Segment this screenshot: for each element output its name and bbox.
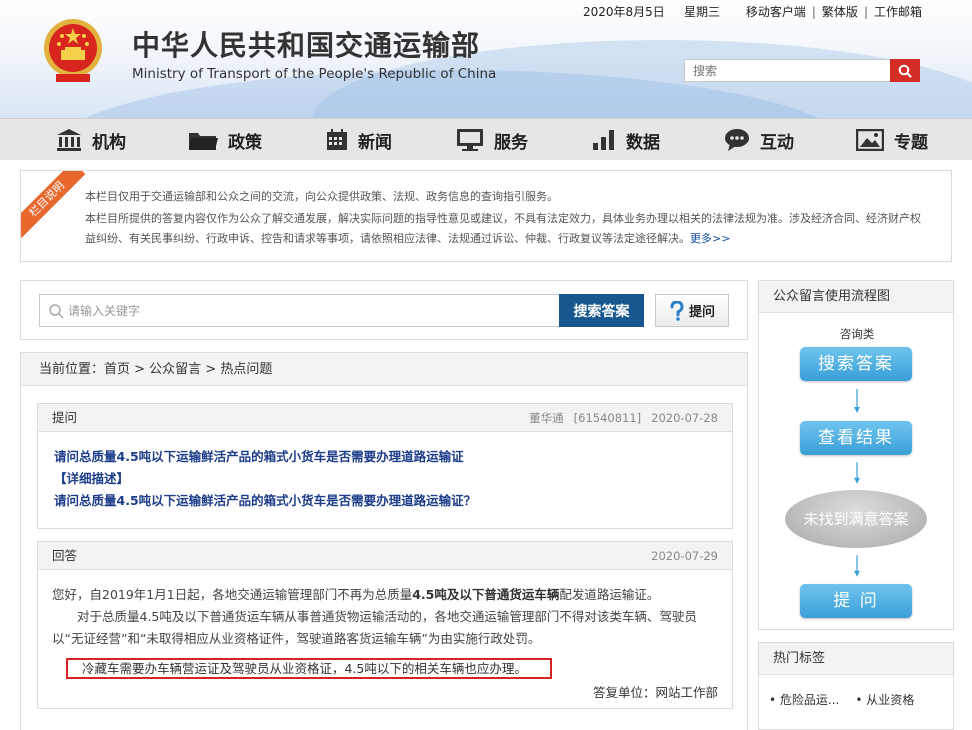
current-weekday: 星期三	[684, 5, 721, 19]
question-date: 2020-07-28	[651, 411, 718, 425]
ask-question-button[interactable]: 提问	[655, 294, 729, 327]
site-title-cn: 中华人民共和国交通运输部	[132, 29, 481, 62]
question-search-input[interactable]: 请输入关键字	[39, 294, 559, 327]
arrow-down-icon	[854, 389, 860, 413]
notice-line: 本栏目仅用于交通运输部和公众之间的交流，向公众提供政策、法规、政务信息的查询指引…	[85, 190, 558, 203]
nav-label: 新闻	[358, 132, 392, 153]
breadcrumb: 当前位置：首页 > 公众留言 > 热点问题	[21, 353, 747, 386]
nav-item-service[interactable]: 服务	[456, 125, 528, 155]
mobile-client-link[interactable]: 移动客户端	[746, 5, 806, 19]
flow-step-view-results[interactable]: 查看结果	[800, 421, 912, 455]
answer-panel-header: 回答 2020-07-29	[38, 542, 732, 570]
answer-panel: 回答 2020-07-29 您好，自2019年1月1日起，各地交通运输管理部门不…	[37, 541, 733, 709]
arrow-down-icon	[854, 462, 860, 484]
monitor-icon	[457, 129, 483, 151]
main-nav: 机构 政策 新闻 服务 数据 互动 专题	[0, 118, 972, 160]
folder-icon	[189, 133, 218, 150]
flow-category-label: 咨询类	[839, 327, 875, 341]
flow-chart-panel: 公众留言使用流程图 咨询类 搜索答案 查看结果 未找到满意答案 提 问	[758, 280, 954, 630]
question-detail: 请问总质量4.5吨以下运输鲜活产品的箱式小货车是否需要办理道路运输证？	[54, 493, 477, 508]
image-icon	[856, 129, 884, 151]
site-title-en: Ministry of Transport of the People's Re…	[132, 66, 497, 82]
notice-line: 本栏目所提供的答复内容仅作为公众了解交通发展，解决实际问题的指导性意见或建议，不…	[85, 212, 921, 225]
notice-line: 益纠纷、有关民事纠纷、行政申诉、控告和请求等事项，请依照相应法律、法规通过诉讼、…	[85, 232, 731, 245]
question-detail-label: 【详细描述】	[54, 471, 130, 486]
column-notice: 栏目说明 本栏目仅用于交通运输部和公众之间的交流，向公众提供政策、法规、政务信息…	[20, 170, 952, 262]
question-panel-header: 提问 董华通 [61540811] 2020-07-28	[38, 404, 732, 432]
answer-paragraph: 您好，自2019年1月1日起，各地交通运输管理部门不再为总质量4.5吨及以下普通…	[52, 587, 660, 602]
nav-label: 数据	[626, 132, 660, 153]
flow-step-ask[interactable]: 提 问	[800, 584, 912, 618]
arrow-down-icon	[854, 555, 860, 577]
nav-label: 机构	[92, 132, 126, 153]
nav-item-topics[interactable]: 专题	[856, 125, 928, 155]
nav-item-data[interactable]: 数据	[592, 125, 660, 155]
answer-paragraph: 对于总质量4.5吨及以下普通货运车辆从事普通货物运输活动的，各地交通运输管理部门…	[52, 609, 697, 646]
tag-link[interactable]: 从业资格	[855, 691, 914, 708]
nav-item-policy[interactable]: 政策	[188, 125, 262, 155]
site-header: 中华人民共和国交通运输部 Ministry of Transport of th…	[0, 0, 972, 118]
building-icon	[57, 129, 81, 151]
flow-step-not-found: 未找到满意答案	[785, 490, 927, 548]
site-search	[684, 59, 920, 82]
work-email-link[interactable]: 工作邮箱	[874, 5, 922, 19]
current-date: 2020年8月5日	[583, 5, 665, 19]
nav-item-institution[interactable]: 机构	[56, 125, 126, 155]
notice-ribbon: 栏目说明	[21, 171, 86, 238]
search-answer-button[interactable]: 搜索答案	[559, 294, 644, 327]
answer-signer: 答复单位：网站工作部	[592, 685, 718, 700]
question-author: 董华通	[529, 411, 564, 425]
nav-label: 服务	[494, 132, 528, 153]
top-links: 移动客户端 | 繁体版 | 工作邮箱	[745, 5, 922, 19]
question-id: [61540811]	[573, 411, 642, 425]
nav-item-news[interactable]: 新闻	[326, 125, 392, 155]
nav-item-interaction[interactable]: 互动	[724, 125, 794, 155]
search-icon	[898, 64, 912, 78]
national-emblem-icon	[44, 19, 102, 82]
notice-more-link[interactable]: 更多>>	[690, 232, 730, 245]
question-search-box: 请输入关键字 搜索答案 提问	[20, 280, 748, 340]
flow-step-search-answer[interactable]: 搜索答案	[800, 347, 912, 381]
hot-tags-title: 热门标签	[759, 643, 953, 675]
flow-chart-title: 公众留言使用流程图	[759, 281, 953, 313]
answer-date: 2020-07-29	[651, 549, 718, 563]
chat-icon	[725, 129, 749, 151]
highlighted-answer: 冷藏车需要办车辆营运证及驾驶员从业资格证，4.5吨以下的相关车辆也应办理。	[66, 658, 552, 679]
question-mark-icon	[670, 300, 684, 321]
traditional-chinese-link[interactable]: 繁体版	[822, 5, 858, 19]
nav-label: 政策	[228, 132, 262, 153]
question-panel: 提问 董华通 [61540811] 2020-07-28 请问总质量4.5吨以下运输…	[37, 403, 733, 529]
site-search-button[interactable]	[890, 59, 920, 82]
calendar-icon	[327, 129, 347, 150]
search-icon	[49, 303, 64, 319]
hot-tags-panel: 热门标签 危险品运... 从业资格	[758, 642, 954, 730]
tag-link[interactable]: 危险品运...	[769, 691, 839, 708]
site-search-input[interactable]	[685, 60, 885, 81]
nav-label: 互动	[760, 132, 794, 153]
bar-chart-icon	[593, 130, 614, 150]
nav-label: 专题	[894, 132, 928, 153]
question-title: 请问总质量4.5吨以下运输鲜活产品的箱式小货车是否需要办理道路运输证	[54, 449, 464, 464]
content-area: 当前位置：首页 > 公众留言 > 热点问题 提问 董华通 [61540811] 20…	[20, 352, 748, 730]
